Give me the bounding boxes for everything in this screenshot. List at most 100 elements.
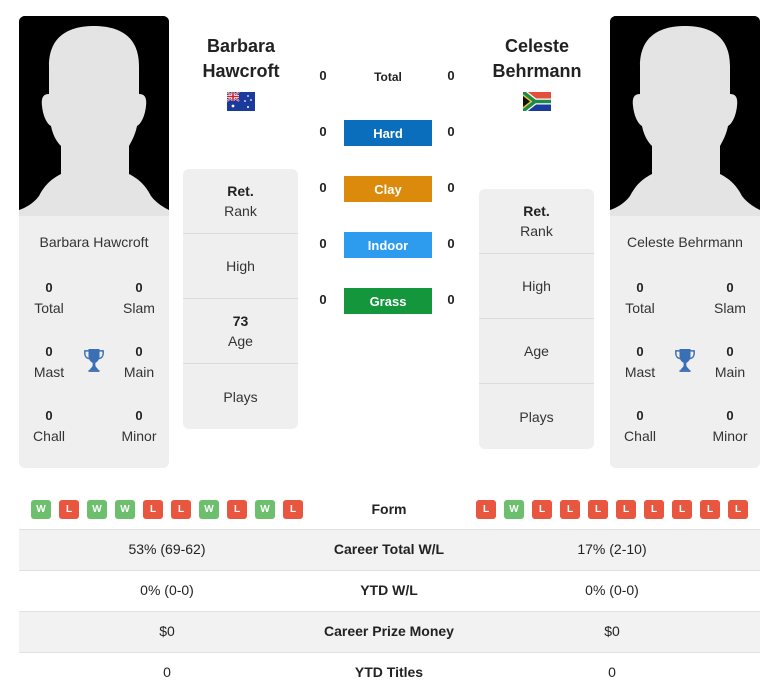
surface-row-grass: 0 Grass 0: [300, 288, 480, 314]
form-badge[interactable]: W: [504, 500, 524, 519]
stat-label: Chall: [33, 428, 65, 444]
player1-chall-titles: 0 Chall: [19, 406, 79, 446]
player2-name-heading[interactable]: Celeste Behrmann: [472, 34, 602, 84]
stat-label: Mast: [33, 364, 65, 380]
form-badge[interactable]: L: [644, 500, 664, 519]
stat-value: 0: [135, 344, 143, 359]
player2-plays: Plays: [479, 384, 594, 449]
player1-full-name: Barbara Hawcroft: [39, 234, 149, 250]
surface-row-indoor: 0 Indoor 0: [300, 232, 480, 258]
stat-value: 0: [636, 408, 644, 423]
form-badge[interactable]: W: [199, 500, 219, 519]
player1-stat-value: $0: [159, 623, 175, 639]
player1-surface-value: 0: [319, 292, 327, 307]
stats-row-career-prize-money: $0 Career Prize Money $0: [19, 612, 760, 653]
player1-form-badges: W L W W L L W L W L: [31, 500, 303, 519]
form-badge[interactable]: L: [560, 500, 580, 519]
player2-slam-titles: 0 Slam: [700, 278, 760, 318]
stats-row-career-total-wl: 53% (69-62) Career Total W/L 17% (2-10): [19, 530, 760, 571]
form-badge[interactable]: L: [476, 500, 496, 519]
form-badge[interactable]: L: [532, 500, 552, 519]
stat-label: YTD W/L: [360, 582, 418, 598]
player1-mast-titles: 0 Mast: [19, 342, 79, 382]
player2-last-name[interactable]: Behrmann: [472, 59, 602, 84]
player2-surface-value: 0: [447, 292, 455, 307]
surface-row-hard: 0 Hard 0: [300, 120, 480, 146]
form-badge[interactable]: W: [115, 500, 135, 519]
player2-first-name[interactable]: Celeste: [472, 34, 602, 59]
form-badge[interactable]: W: [255, 500, 275, 519]
player2-total-titles: 0 Total: [610, 278, 670, 318]
stat-label: Chall: [624, 428, 656, 444]
form-badge[interactable]: L: [700, 500, 720, 519]
trophy-icon: [675, 349, 695, 372]
player1-stat-value: 0: [163, 664, 171, 680]
player2-mast-titles: 0 Mast: [610, 342, 670, 382]
form-badge[interactable]: L: [616, 500, 636, 519]
player2-form-badges: L W L L L L L L L L: [476, 500, 748, 519]
player2-card: Celeste Behrmann 0 Total 0 Slam 0 Mast 0…: [610, 16, 760, 468]
trophy-icon: [84, 349, 104, 372]
surface-row-total: 0 Total 0: [300, 64, 480, 90]
form-badge[interactable]: L: [728, 500, 748, 519]
player2-rank-panel: Ret. Rank High Age Plays: [479, 189, 594, 449]
stat-value: 0: [726, 344, 734, 359]
player1-surface-value: 0: [319, 180, 327, 195]
player1-stat-value: 0% (0-0): [140, 582, 194, 598]
player2-full-name: Celeste Behrmann: [627, 234, 743, 250]
form-badge[interactable]: L: [59, 500, 79, 519]
stat-value: 0: [726, 408, 734, 423]
high-label: High: [226, 258, 255, 274]
surface-label-total: Total: [374, 70, 402, 84]
stat-value: 0: [726, 280, 734, 295]
player2-surface-value: 0: [447, 124, 455, 139]
player1-stat-value: 53% (69-62): [128, 541, 206, 557]
form-label: Form: [371, 501, 407, 517]
player2-rank: Ret. Rank: [479, 189, 594, 254]
player1-surface-value: 0: [319, 68, 327, 83]
player2-chall-titles: 0 Chall: [610, 406, 670, 446]
form-badge[interactable]: W: [31, 500, 51, 519]
player2-stat-value: $0: [604, 623, 620, 639]
player1-first-name[interactable]: Barbara: [176, 34, 306, 59]
player1-slam-titles: 0 Slam: [109, 278, 169, 318]
stat-value: 0: [135, 408, 143, 423]
player1-plays: Plays: [183, 364, 298, 429]
age-label: Age: [524, 343, 549, 359]
form-badge[interactable]: L: [283, 500, 303, 519]
form-row: W L W W L L W L W L Form L W L L L L L L…: [19, 490, 760, 530]
player1-rank-panel: Ret. Rank High 73 Age Plays: [183, 169, 298, 429]
player1-total-titles: 0 Total: [19, 278, 79, 318]
form-badge[interactable]: L: [227, 500, 247, 519]
player1-last-name[interactable]: Hawcroft: [176, 59, 306, 84]
form-badge[interactable]: L: [143, 500, 163, 519]
surface-badge-clay: Clay: [344, 176, 432, 202]
stat-label: Total: [34, 300, 64, 316]
player1-name-heading[interactable]: Barbara Hawcroft: [176, 34, 306, 84]
stat-value: 0: [45, 344, 53, 359]
surface-badge-indoor: Indoor: [344, 232, 432, 258]
stat-label: Slam: [123, 300, 155, 316]
player1-photo: [19, 16, 169, 216]
stats-row-ytd-wl: 0% (0-0) YTD W/L 0% (0-0): [19, 571, 760, 612]
player2-stat-value: 0: [608, 664, 616, 680]
stat-label: Career Total W/L: [333, 541, 445, 557]
form-badge[interactable]: L: [171, 500, 191, 519]
surface-badge-grass: Grass: [344, 288, 432, 314]
player2-minor-titles: 0 Minor: [700, 406, 760, 446]
stat-label: Minor: [712, 428, 748, 444]
form-badge[interactable]: L: [588, 500, 608, 519]
stat-label: Main: [714, 364, 746, 380]
form-badge[interactable]: W: [87, 500, 107, 519]
stat-value: 0: [45, 280, 53, 295]
silhouette-icon: [610, 16, 760, 216]
form-badge[interactable]: L: [672, 500, 692, 519]
plays-label: Plays: [519, 408, 554, 425]
player1-main-titles: 0 Main: [109, 342, 169, 382]
player2-surface-value: 0: [447, 180, 455, 195]
stat-value: 0: [636, 280, 644, 295]
player1-rank: Ret. Rank: [183, 169, 298, 234]
stat-label: YTD Titles: [354, 664, 424, 680]
age-value: 73: [232, 313, 249, 329]
plays-label: Plays: [223, 388, 258, 405]
